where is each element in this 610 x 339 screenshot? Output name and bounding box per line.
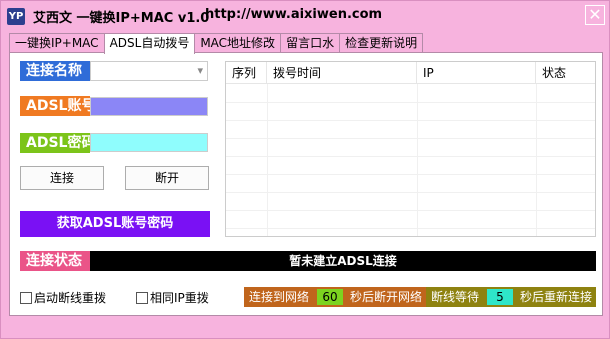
tab-adsl-auto-dial[interactable]: ADSL自动拨号 <box>103 33 196 54</box>
app-logo-icon: YP <box>7 8 25 25</box>
after-disconnect-label: 秒后断开网络 <box>346 287 426 307</box>
checkbox-box[interactable] <box>20 292 32 304</box>
title-bar: YP 艾西文 一键换IP+MAC v1.0 http://www.aixiwen… <box>1 1 609 31</box>
adsl-account-input[interactable] <box>90 97 208 116</box>
disconnect-seconds-input[interactable]: 60 <box>317 289 343 305</box>
tab-check-update[interactable]: 检查更新说明 <box>339 33 424 53</box>
row-divider <box>226 102 595 103</box>
wait-label: 断线等待 <box>426 287 484 307</box>
column-divider <box>417 84 418 236</box>
disconnect-seconds-box: 60 <box>314 287 346 307</box>
app-window: YP 艾西文 一键换IP+MAC v1.0 http://www.aixiwen… <box>0 0 610 339</box>
connected-label: 连接到网络 <box>244 287 314 307</box>
column-header-sequence[interactable]: 序列 <box>226 62 267 84</box>
reconnect-seconds-input[interactable]: 5 <box>487 289 513 305</box>
row-divider <box>226 228 595 229</box>
window-url[interactable]: http://www.aixiwen.com <box>205 7 382 22</box>
tab-mac-address-modify[interactable]: MAC地址修改 <box>194 33 282 53</box>
auto-reconnect-label: 启动断线重拨 <box>34 291 107 305</box>
row-divider <box>226 138 595 139</box>
tab-one-click-ip-mac[interactable]: 一键换IP+MAC <box>9 33 105 53</box>
row-divider <box>226 192 595 193</box>
column-header-dial-time[interactable]: 拨号时间 <box>267 62 417 84</box>
tab-bar: 一键换IP+MAC ADSL自动拨号 MAC地址修改 留言口水 检查更新说明 <box>9 33 424 54</box>
auto-reconnect-checkbox[interactable]: 启动断线重拨 <box>20 290 106 306</box>
adsl-account-label: ADSL账号 <box>20 96 95 116</box>
column-header-ip[interactable]: IP <box>417 62 536 84</box>
reconnect-seconds-box: 5 <box>484 287 516 307</box>
chevron-down-icon[interactable]: ▾ <box>197 64 203 77</box>
column-divider <box>267 84 268 236</box>
connection-name-label: 连接名称 <box>20 61 90 81</box>
row-divider <box>226 156 595 157</box>
tab-message[interactable]: 留言口水 <box>280 33 341 53</box>
disconnect-button[interactable]: 断开 <box>125 166 209 190</box>
adsl-panel: 连接名称 ▾ ADSL账号 ADSL密码 连接 断开 获取ADSL账号密码 序列… <box>9 52 603 316</box>
window-title: 艾西文 一键换IP+MAC v1.0 <box>33 11 210 26</box>
connect-button[interactable]: 连接 <box>20 166 104 190</box>
column-divider <box>536 84 537 236</box>
dial-log-table[interactable]: 序列 拨号时间 IP 状态 <box>225 61 596 237</box>
same-ip-redial-checkbox[interactable]: 相同IP重拨 <box>136 290 209 306</box>
connection-status-text: 暂未建立ADSL连接 <box>90 251 596 271</box>
row-divider <box>226 174 595 175</box>
row-divider <box>226 210 595 211</box>
connection-name-select[interactable]: ▾ <box>90 61 208 81</box>
connection-status-label: 连接状态 <box>20 251 90 271</box>
row-divider <box>226 120 595 121</box>
same-ip-redial-label: 相同IP重拨 <box>150 291 209 305</box>
table-header: 序列 拨号时间 IP 状态 <box>226 62 595 84</box>
adsl-password-input[interactable] <box>90 133 208 152</box>
close-button[interactable]: ✕ <box>585 5 605 25</box>
column-header-status[interactable]: 状态 <box>536 62 595 84</box>
after-reconnect-label: 秒后重新连接 <box>516 287 596 307</box>
adsl-password-label: ADSL密码 <box>20 133 95 153</box>
checkbox-box[interactable] <box>136 292 148 304</box>
get-adsl-account-button[interactable]: 获取ADSL账号密码 <box>20 211 210 237</box>
